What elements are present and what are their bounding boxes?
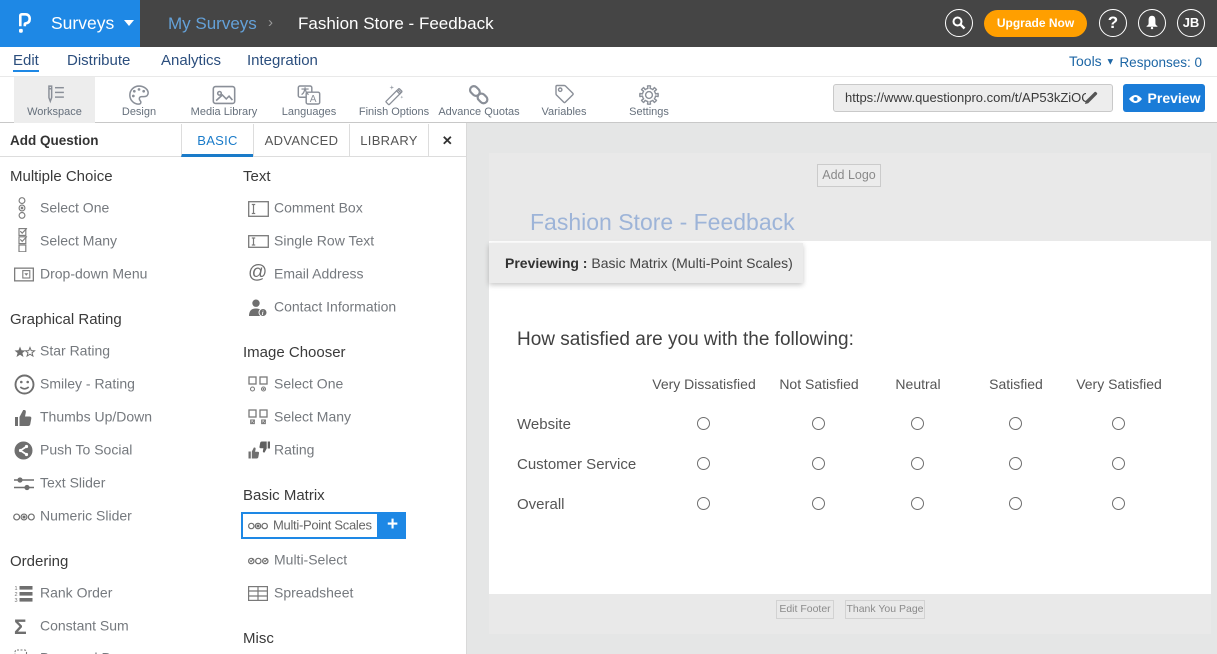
svg-text:A: A [310, 94, 317, 105]
svg-text:i: i [262, 310, 264, 317]
svg-text:3: 3 [15, 598, 18, 602]
